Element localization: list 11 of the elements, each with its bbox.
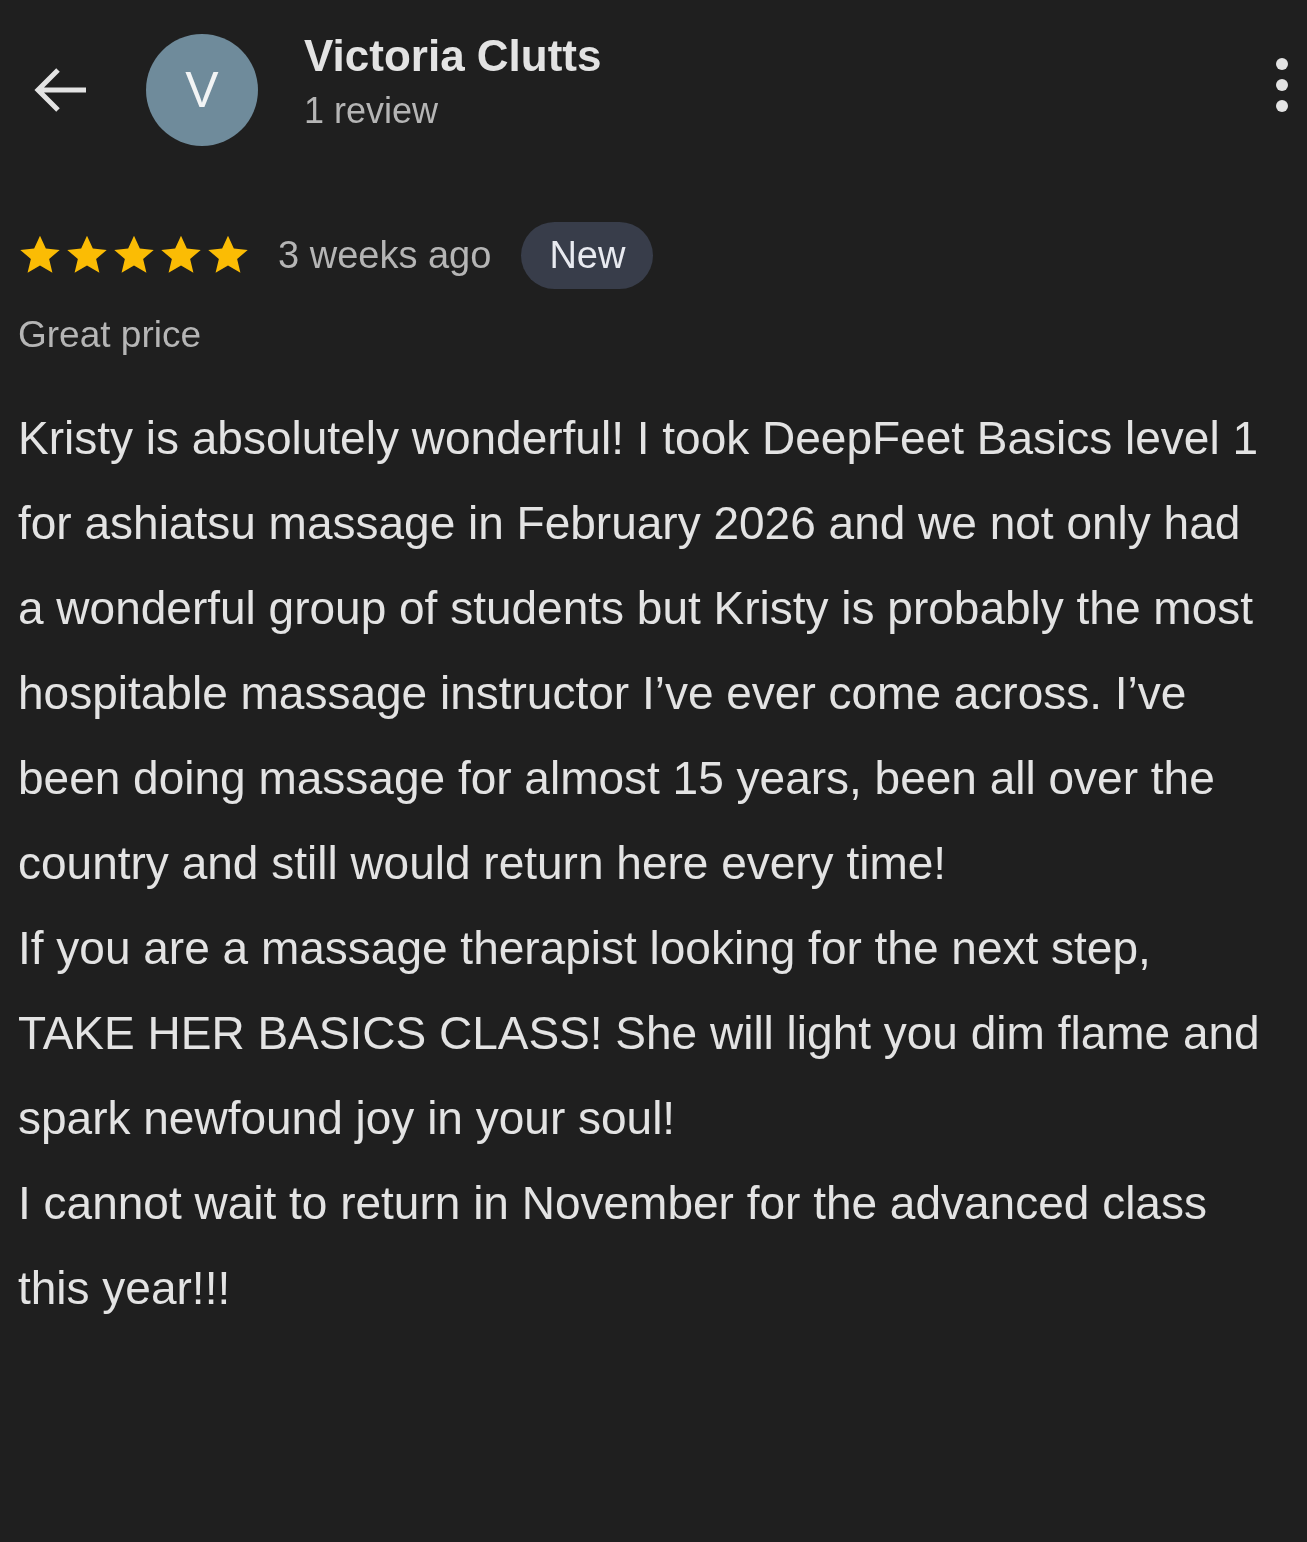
review-highlight: Great price: [18, 314, 202, 356]
more-options-button[interactable]: [1275, 57, 1289, 113]
avatar: V: [146, 34, 258, 146]
more-options-icon: [1275, 57, 1289, 113]
review-time: 3 weeks ago: [278, 233, 492, 277]
review-text: Kristy is absolutely wonderful! I took DeepFeet Basics level 1 for ashiatsu massage in February 2026 and we not only had a wonderful group of students but Kristy is probably the most hospitable massage instructor I’ve ever come across. I’ve been doing massage for almost 15 years, been all over the country and still would return here every time!: [18, 411, 1260, 891]
review-text: I cannot wait to return in November for the advanced class this year!!!: [18, 1176, 1208, 1316]
review-text: If you are a massage therapist looking for the next step, TAKE HER BASICS CLASS! She will light you dim flame and spark newfound joy in your soul!: [18, 921, 1261, 1146]
new-badge: New: [521, 221, 654, 289]
review-count: 1 review: [304, 89, 440, 133]
reviewer-name: Victoria Clutts: [304, 30, 603, 82]
